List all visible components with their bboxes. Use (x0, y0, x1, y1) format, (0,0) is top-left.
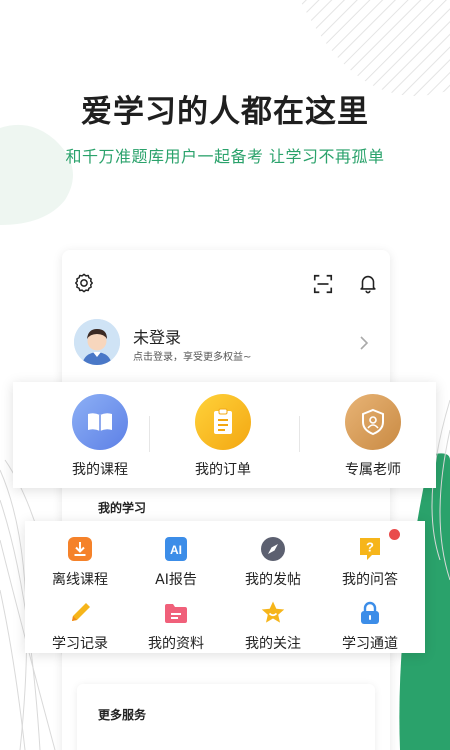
chevron-right-icon[interactable] (358, 335, 370, 351)
avatar[interactable] (74, 319, 120, 365)
study-item-qa[interactable]: ? 我的问答 (320, 527, 420, 588)
study-label: 学习记录 (52, 636, 108, 652)
teacher-badge-icon (345, 394, 401, 450)
login-tip[interactable]: 点击登录，享受更多权益~ (133, 348, 251, 363)
quick-label-teacher: 专属老师 (345, 462, 401, 478)
hero-title: 爱学习的人都在这里 (81, 94, 369, 130)
download-icon (68, 537, 92, 561)
quick-actions-card: 我的课程 我的订单 专属老师 (13, 382, 436, 488)
study-grid-card: 离线课程 AI AI报告 我的发帖 ? 我的问答 学习记录 我的资料 我的关注 … (25, 521, 425, 653)
quick-item-orders[interactable]: 我的订单 (163, 382, 283, 488)
settings-icon[interactable] (73, 272, 95, 294)
clipboard-icon (195, 394, 251, 450)
svg-text:?: ? (366, 540, 374, 555)
study-item-materials[interactable]: 我的资料 (126, 591, 226, 652)
lock-icon (361, 601, 379, 624)
star-icon (261, 601, 285, 623)
ai-icon: AI (165, 537, 187, 561)
user-name[interactable]: 未登录 (133, 324, 181, 348)
study-label: 我的发帖 (245, 572, 301, 588)
study-item-posts[interactable]: 我的发帖 (223, 527, 323, 588)
quick-item-courses[interactable]: 我的课程 (40, 382, 160, 488)
book-icon (72, 394, 128, 450)
study-item-following[interactable]: 我的关注 (223, 591, 323, 652)
pencil-icon (72, 603, 90, 621)
folder-icon (165, 604, 187, 623)
study-label: AI报告 (155, 572, 197, 588)
study-label: 我的问答 (342, 572, 398, 588)
compass-icon (261, 537, 285, 561)
divider (149, 416, 150, 452)
quick-item-teacher[interactable]: 专属老师 (313, 382, 433, 488)
study-item-offline[interactable]: 离线课程 (30, 527, 130, 588)
scan-icon[interactable] (312, 273, 334, 295)
bell-icon[interactable] (357, 272, 379, 294)
study-label: 我的资料 (148, 636, 204, 652)
study-item-channel[interactable]: 学习通道 (320, 591, 420, 652)
study-label: 我的关注 (245, 636, 301, 652)
section-title-study: 我的学习 (98, 501, 147, 515)
divider (299, 416, 300, 452)
study-label: 离线课程 (52, 572, 108, 588)
svg-text:AI: AI (170, 543, 182, 557)
study-label: 学习通道 (342, 636, 398, 652)
study-item-history[interactable]: 学习记录 (30, 591, 130, 652)
section-title-more: 更多服务 (98, 708, 147, 722)
quick-label-orders: 我的订单 (195, 462, 251, 478)
notification-dot (389, 529, 400, 540)
avatar-illustration-icon (74, 319, 120, 365)
hero-subtitle: 和千万准题库用户一起备考 让学习不再孤单 (65, 147, 385, 166)
study-item-ai-report[interactable]: AI AI报告 (126, 527, 226, 588)
question-icon: ? (360, 538, 380, 560)
quick-label-courses: 我的课程 (72, 462, 128, 478)
